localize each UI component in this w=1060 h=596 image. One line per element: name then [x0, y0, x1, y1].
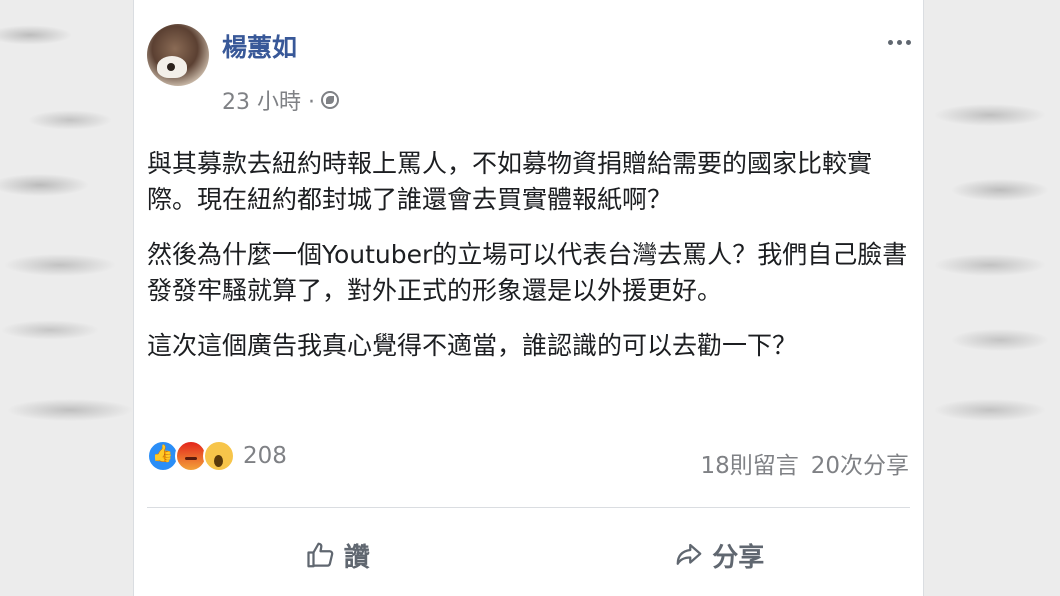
post-body: 與其募款去紐約時報上罵人，不如募物資捐贈給需要的國家比較實際。現在紐約都封城了誰… — [147, 146, 917, 383]
post-paragraph: 這次這個廣告我真心覺得不適當，誰認識的可以去勸一下？ — [147, 331, 798, 360]
author-name[interactable]: 楊蕙如 — [222, 28, 297, 64]
author-avatar[interactable] — [147, 24, 209, 86]
share-button[interactable]: 分享 — [529, 520, 911, 590]
share-button-label: 分享 — [712, 542, 765, 573]
like-button-label: 讚 — [343, 542, 370, 573]
globe-icon — [320, 91, 339, 109]
post-timestamp[interactable]: 23 小時 · — [222, 84, 315, 116]
action-bar: 讚 分享 — [147, 520, 910, 590]
wow-reaction-icon — [203, 440, 235, 472]
share-arrow-icon — [676, 543, 702, 565]
post-paragraph: 與其募款去紐約時報上罵人，不如募物資捐贈給需要的國家比較實際。現在紐約都封城了誰… — [147, 149, 873, 214]
like-button[interactable]: 讚 — [147, 520, 529, 590]
thumbs-up-icon — [307, 542, 334, 568]
share-count-link[interactable]: 20次分享 — [811, 446, 909, 480]
divider — [147, 507, 910, 508]
reactions-summary[interactable]: 208 — [147, 440, 287, 472]
post-meta: 23 小時 · — [222, 84, 339, 116]
post-paragraph: 然後為什麼一個Youtuber的立場可以代表台灣去罵人？我們自己臉書發發牢騷就算… — [147, 240, 908, 305]
post-stats: 18則留言 20次分享 — [700, 446, 909, 480]
comment-count-link[interactable]: 18則留言 — [700, 446, 798, 480]
dog-photo — [157, 56, 187, 78]
facebook-post-card: 楊蕙如 23 小時 · 與其募款去紐約時報上罵人，不如募物資捐贈給需要的國家比較… — [133, 0, 924, 596]
reaction-count: 208 — [243, 443, 287, 469]
more-options-icon[interactable] — [888, 40, 911, 45]
